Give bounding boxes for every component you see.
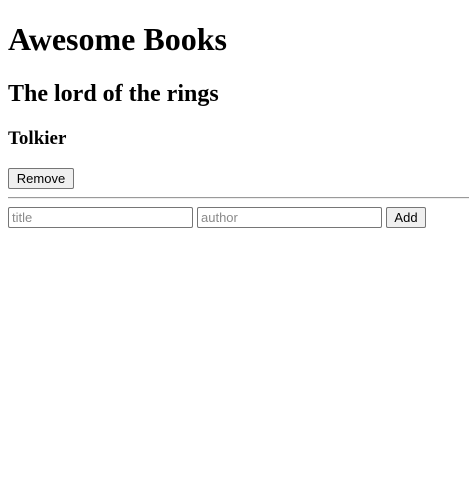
title-input[interactable] (8, 207, 193, 228)
book-author: Tolkier (8, 128, 67, 149)
author-input[interactable] (197, 207, 382, 228)
divider (8, 197, 469, 199)
page-title: Awesome Books (8, 21, 227, 57)
add-book-button[interactable]: Add (386, 207, 426, 228)
page: Awesome Books The lord of the rings Tolk… (0, 0, 469, 500)
book-title: The lord of the rings (8, 81, 219, 107)
remove-book-button[interactable]: Remove (8, 168, 74, 189)
